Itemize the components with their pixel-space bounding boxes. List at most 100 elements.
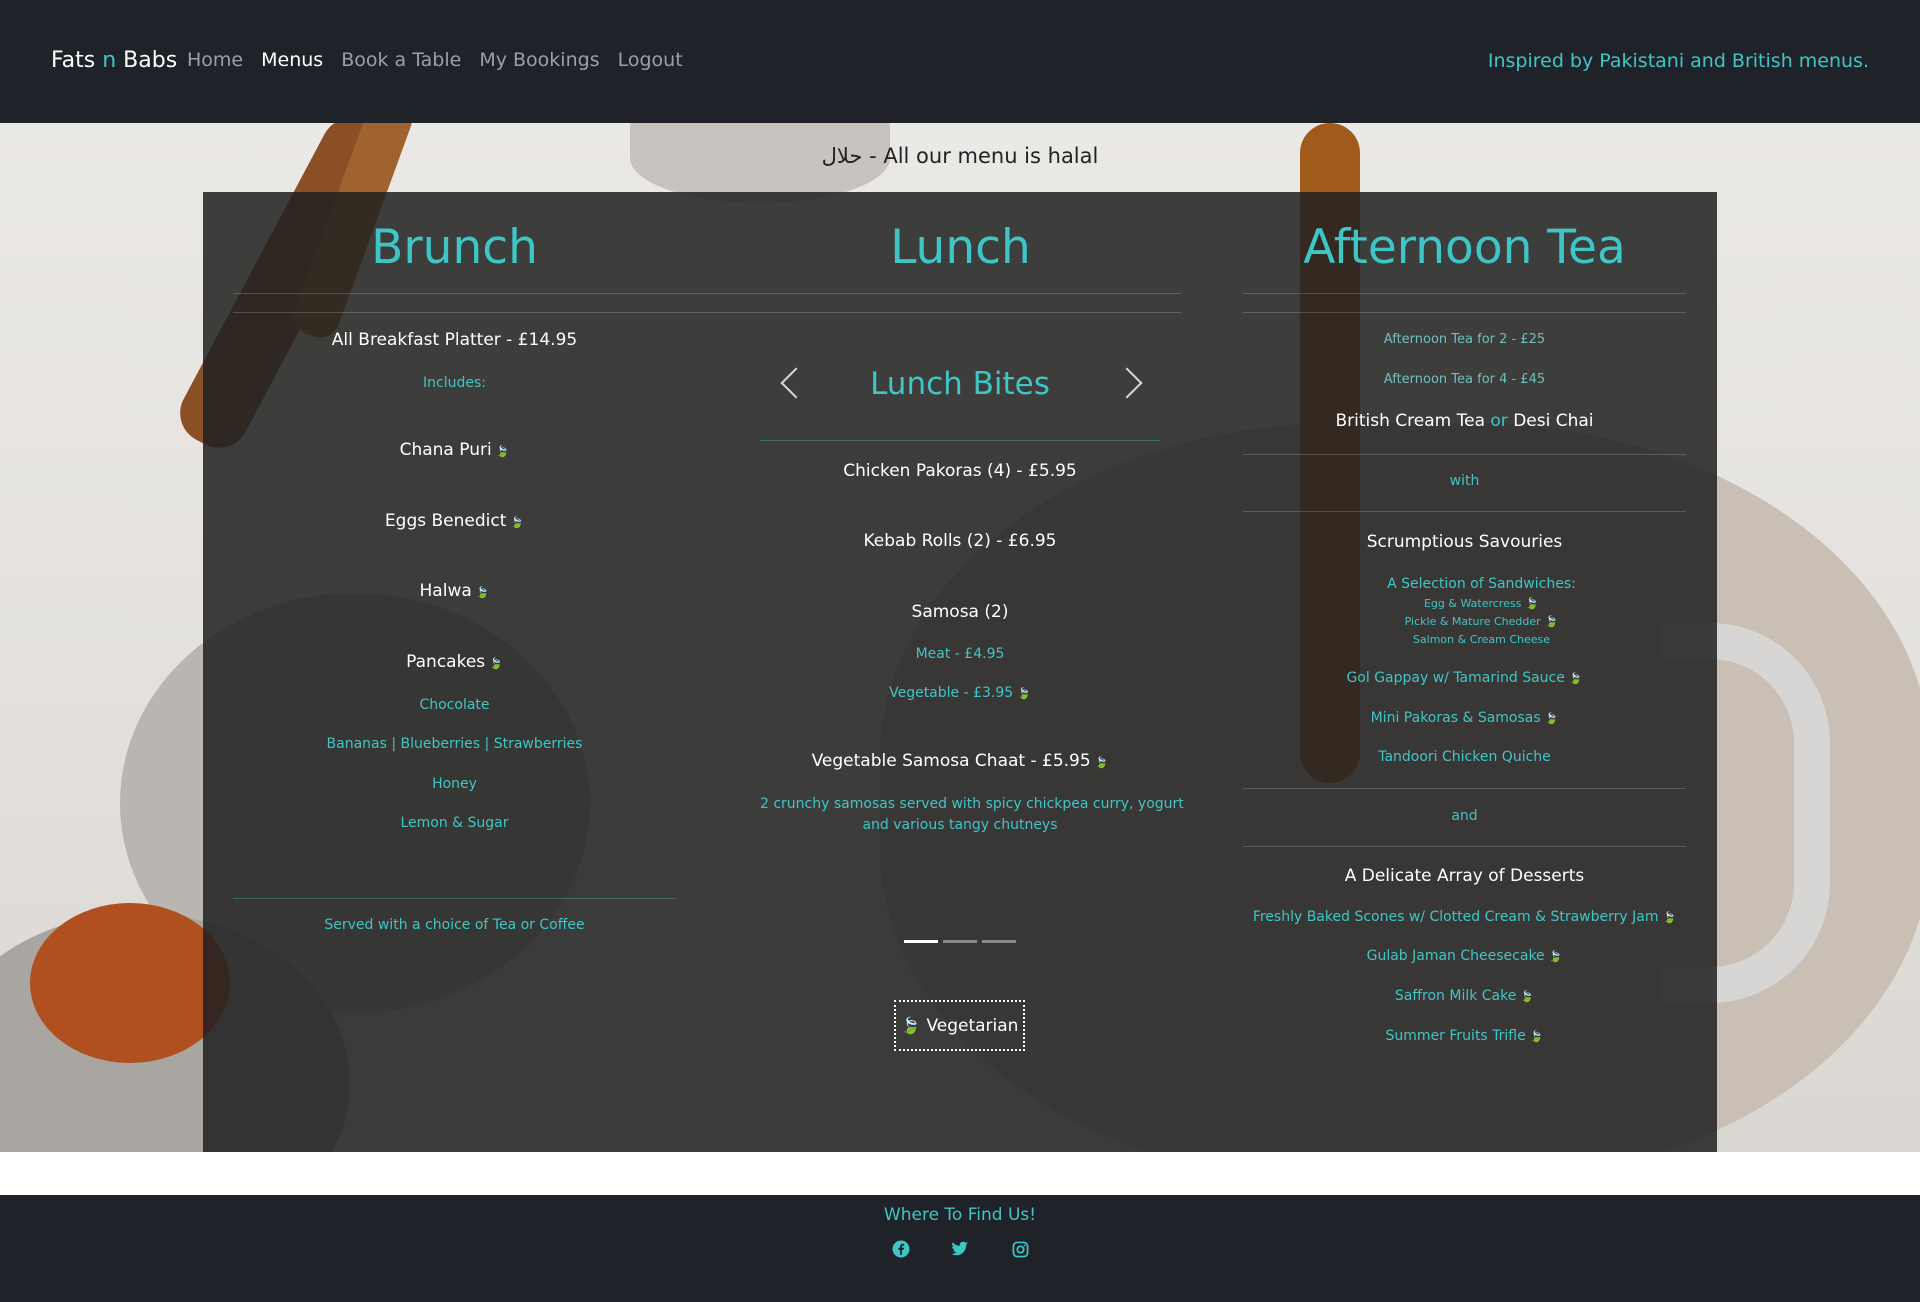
lunch-divider [676, 293, 1181, 294]
tea-and: and [1451, 808, 1478, 824]
vegetarian-leaf-icon: 🍃 [1568, 672, 1583, 685]
vegetarian-leaf-icon: 🍃 [475, 586, 490, 599]
samosa-meat: Meat - £4.95 [915, 646, 1005, 662]
carousel-divider [760, 440, 1160, 441]
tea-divider-2 [1243, 312, 1686, 313]
savoury-item: Gol Gappay w/ Tamarind Sauce 🍃 [1243, 670, 1686, 686]
samosa-vegetable: Vegetable - £3.95 🍃 [760, 685, 1160, 701]
brunch-item: Halwa 🍃 [233, 581, 676, 601]
navbar: Fats n Babs Home Menus Book a Table My B… [0, 0, 1920, 123]
vegetarian-leaf-icon: 🍃 [1520, 990, 1535, 1003]
tea-with: with [1449, 473, 1480, 489]
chaat-description: 2 crunchy samosas served with spicy chic… [760, 796, 1184, 812]
brunch-item-label: Chana Puri [399, 440, 492, 460]
vegetarian-leaf-icon: 🍃 [1544, 712, 1559, 725]
tea-choice-b: Desi Chai [1513, 411, 1594, 431]
savouries-title: Scrumptious Savouries [1366, 532, 1563, 552]
vegetarian-leaf-icon: 🍃 [1662, 911, 1677, 924]
brunch-item: Chana Puri 🍃 [233, 440, 676, 460]
instagram-icon[interactable] [1010, 1239, 1030, 1259]
vegetarian-legend-label: Vegetarian [926, 1015, 1019, 1036]
nav-links: Home Menus Book a Table My Bookings Logo… [187, 49, 683, 71]
tea-divider [1243, 293, 1686, 294]
brand-text-2: Babs [116, 48, 178, 73]
halal-notice: حلال - All our menu is halal [0, 144, 1920, 168]
sandwiches-title: A Selection of Sandwiches: [1387, 576, 1576, 592]
desserts-title: A Delicate Array of Desserts [1344, 866, 1585, 886]
vegetarian-leaf-icon: 🍃 [1544, 615, 1559, 628]
nav-menus[interactable]: Menus [261, 49, 323, 71]
carousel-indicator-2[interactable] [943, 940, 977, 943]
lunch-item-chaat-label: Vegetable Samosa Chaat - £5.95 [811, 751, 1091, 771]
pancake-option: Bananas | Blueberries | Strawberries [326, 736, 583, 752]
pancake-option: Honey [432, 776, 477, 792]
brunch-item-label: Halwa [419, 581, 472, 601]
sandwich-item-label: Egg & Watercress [1423, 597, 1522, 610]
nav-home[interactable]: Home [187, 49, 243, 71]
tea-divider-6 [1243, 846, 1686, 847]
background-star-anise [30, 903, 230, 1063]
brunch-divider-2 [233, 312, 676, 313]
savoury-item: Tandoori Chicken Quiche [1378, 749, 1551, 765]
tea-price-4: Afternoon Tea for 4 - £45 [1383, 372, 1546, 387]
twitter-icon[interactable] [950, 1239, 970, 1259]
carousel-title: Lunch Bites [870, 366, 1050, 402]
dessert-item-label: Gulab Jaman Cheesecake [1366, 948, 1545, 964]
footer: Where To Find Us! [0, 1195, 1920, 1302]
sandwich-item: Salmon & Cream Cheese [1412, 633, 1551, 646]
carousel-indicator-3[interactable] [982, 940, 1016, 943]
samosa-vegetable-label: Vegetable - £3.95 [889, 685, 1014, 701]
chaat-description-2: and various tangy chutneys [862, 817, 1058, 833]
vegetarian-legend: 🍃 Vegetarian [894, 1000, 1025, 1051]
savoury-item-label: Mini Pakoras & Samosas [1370, 710, 1541, 726]
tea-divider-5 [1243, 788, 1686, 789]
brunch-includes: Includes: [423, 375, 486, 391]
vegetarian-leaf-icon: 🍃 [1548, 950, 1563, 963]
dessert-item-label: Saffron Milk Cake [1394, 988, 1517, 1004]
brunch-platter: All Breakfast Platter - £14.95 [331, 330, 578, 350]
brunch-item-label: Eggs Benedict [384, 511, 507, 531]
brunch-served-note: Served with a choice of Tea or Coffee [324, 917, 585, 933]
lunch-item-chaat: Vegetable Samosa Chaat - £5.95 🍃 [760, 751, 1160, 771]
vegetarian-leaf-icon: 🍃 [1094, 756, 1109, 769]
dessert-item: Summer Fruits Trifle 🍃 [1243, 1028, 1686, 1044]
tea-divider-3 [1243, 454, 1686, 455]
sandwich-item: Pickle & Mature Chedder 🍃 [1290, 615, 1673, 628]
facebook-icon[interactable] [891, 1239, 911, 1259]
lunch-item-samosa: Samosa (2) [911, 602, 1009, 622]
lunch-item-kebab: Kebab Rolls (2) - £6.95 [863, 531, 1057, 551]
dessert-item-label: Freshly Baked Scones w/ Clotted Cream & … [1252, 909, 1659, 925]
sandwich-item-label: Pickle & Mature Chedder [1404, 615, 1541, 628]
savoury-item-label: Gol Gappay w/ Tamarind Sauce [1346, 670, 1565, 686]
brunch-item-label: Pancakes [406, 652, 486, 672]
pancake-option: Lemon & Sugar [400, 815, 509, 831]
sandwich-item: Egg & Watercress 🍃 [1290, 597, 1673, 610]
vegetarian-leaf-icon: 🍃 [1017, 687, 1031, 700]
brunch-item: Eggs Benedict 🍃 [233, 511, 676, 531]
carousel-indicator-1[interactable] [904, 940, 938, 943]
brunch-divider [233, 293, 676, 294]
tea-price-2: Afternoon Tea for 2 - £25 [1383, 332, 1546, 347]
brunch-title: Brunch [371, 220, 538, 275]
vegetarian-leaf-icon: 🍃 [489, 657, 503, 670]
pancake-option: Chocolate [419, 697, 490, 713]
dessert-item: Freshly Baked Scones w/ Clotted Cream & … [1243, 909, 1686, 925]
vegetarian-leaf-icon: 🍃 [495, 445, 510, 458]
vegetarian-leaf-icon: 🍃 [510, 516, 525, 529]
brand-text-accent: n [102, 48, 117, 73]
nav-logout[interactable]: Logout [618, 49, 683, 71]
tea-choice-or: or [1484, 411, 1514, 431]
halal-arabic: حلال [821, 144, 863, 168]
nav-book-a-table[interactable]: Book a Table [341, 49, 461, 71]
brunch-item: Pancakes 🍃 [233, 652, 676, 672]
nav-my-bookings[interactable]: My Bookings [479, 49, 599, 71]
footer-title: Where To Find Us! [883, 1205, 1037, 1225]
lunch-title: Lunch [890, 220, 1031, 275]
tea-divider-4 [1243, 511, 1686, 512]
dessert-item: Saffron Milk Cake 🍃 [1243, 988, 1686, 1004]
dessert-item: Gulab Jaman Cheesecake 🍃 [1243, 948, 1686, 964]
brand-logo[interactable]: Fats n Babs [51, 48, 177, 73]
savoury-item: Mini Pakoras & Samosas 🍃 [1243, 710, 1686, 726]
afternoon-tea-title: Afternoon Tea [1303, 220, 1626, 275]
halal-text: - All our menu is halal [862, 144, 1099, 168]
